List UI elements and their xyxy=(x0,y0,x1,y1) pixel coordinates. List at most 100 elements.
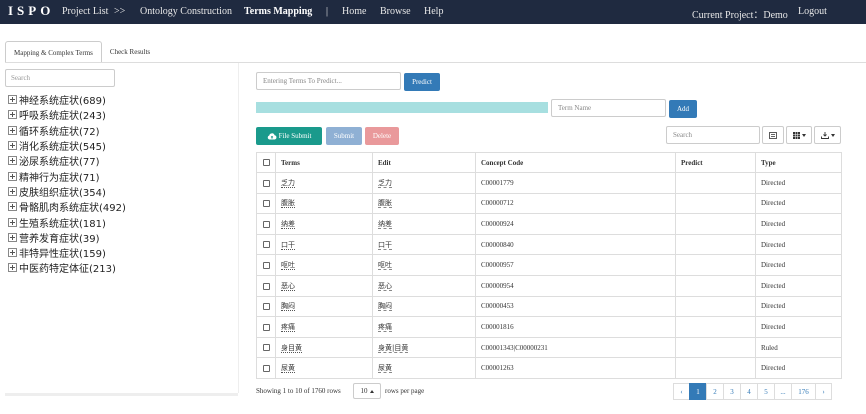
tree-node[interactable]: 泌尿系统症状(77) xyxy=(8,153,126,168)
tab-mapping-complex-terms[interactable]: Mapping & Complex Terms xyxy=(5,41,102,63)
horizontal-scrollbar[interactable] xyxy=(5,393,238,396)
tab-check-results[interactable]: Check Results xyxy=(102,41,158,63)
expand-icon[interactable] xyxy=(8,186,17,196)
editable-term[interactable]: 乏力 xyxy=(378,178,392,188)
page-button[interactable]: 176 xyxy=(791,383,816,400)
expand-icon[interactable] xyxy=(8,110,17,120)
nav-home[interactable]: Home xyxy=(342,6,366,17)
column-header-terms[interactable]: Terms xyxy=(275,152,373,173)
tree-node[interactable]: 循环系统症状(72) xyxy=(8,123,126,138)
page-button[interactable]: 1 xyxy=(689,383,707,400)
tree-node-label[interactable]: 营养发育症状(39) xyxy=(19,230,100,245)
file-submit-button[interactable]: File Submit xyxy=(256,127,322,145)
table-row[interactable]: 身目黄 身黄|目黄 C00001343|C00000231 Ruled xyxy=(256,336,842,359)
tree-node-label[interactable]: 皮肤组织症状(354) xyxy=(19,184,106,199)
row-checkbox[interactable] xyxy=(262,200,270,208)
select-all-checkbox[interactable] xyxy=(262,159,270,167)
editable-term[interactable]: 腹胀 xyxy=(378,199,392,209)
expand-icon[interactable] xyxy=(8,125,17,135)
table-search-input[interactable] xyxy=(666,126,760,144)
table-row[interactable]: 乏力 乏力 C00001779 Directed xyxy=(256,172,842,194)
predict-button[interactable]: Predict xyxy=(404,73,440,91)
term-link[interactable]: 尿黄 xyxy=(281,364,295,374)
export-button[interactable] xyxy=(814,126,841,144)
expand-icon[interactable] xyxy=(8,156,17,166)
row-checkbox[interactable] xyxy=(262,220,270,228)
term-link[interactable]: 乏力 xyxy=(281,178,295,188)
column-header-predict[interactable]: Predict xyxy=(675,152,756,173)
expand-icon[interactable] xyxy=(8,217,17,227)
table-row[interactable]: 胸闷 胸闷 C00000453 Directed xyxy=(256,295,842,318)
table-row[interactable]: 呕吐 呕吐 C00000957 Directed xyxy=(256,254,842,276)
editable-term[interactable]: 疼痛 xyxy=(378,322,392,332)
editable-term[interactable]: 口干 xyxy=(378,240,392,250)
row-checkbox[interactable] xyxy=(262,262,270,270)
editable-term[interactable]: 纳差 xyxy=(378,219,392,229)
tree-node[interactable]: 生殖系统症状(181) xyxy=(8,214,126,230)
page-button[interactable]: 3 xyxy=(723,383,741,400)
nav-logout[interactable]: Logout xyxy=(798,6,827,17)
delete-button[interactable]: Delete xyxy=(365,127,399,145)
tree-node-label[interactable]: 生殖系统症状(181) xyxy=(19,215,106,230)
term-link[interactable]: 胸闷 xyxy=(281,302,295,312)
editable-term[interactable]: 尿黄 xyxy=(378,364,392,374)
table-row[interactable]: 恶心 恶心 C00000954 Directed xyxy=(256,274,842,297)
table-row[interactable]: 疼痛 疼痛 C00001816 Directed xyxy=(256,316,842,338)
tree-node[interactable]: 呼吸系统症状(243) xyxy=(8,107,126,122)
term-link[interactable]: 口干 xyxy=(281,240,295,250)
expand-icon[interactable] xyxy=(8,232,17,242)
row-checkbox[interactable] xyxy=(262,365,270,373)
column-header-concept-code[interactable]: Concept Code xyxy=(475,152,676,173)
page-button[interactable]: 2 xyxy=(706,383,724,400)
nav-terms-mapping[interactable]: Terms Mapping xyxy=(244,6,312,17)
nav-project-list[interactable]: Project List xyxy=(62,6,108,17)
column-header-edit[interactable]: Edit xyxy=(372,152,476,173)
table-row[interactable]: 纳差 纳差 C00000924 Directed xyxy=(256,213,842,235)
editable-term[interactable]: 胸闷 xyxy=(378,302,392,312)
row-checkbox[interactable] xyxy=(262,344,270,352)
expand-icon[interactable] xyxy=(8,171,17,181)
tree-search-input[interactable] xyxy=(5,69,115,87)
tree-node-label[interactable]: 呼吸系统症状(243) xyxy=(19,107,106,122)
nav-help[interactable]: Help xyxy=(424,6,443,17)
editable-term[interactable]: 身黄|目黄 xyxy=(378,343,409,353)
submit-button[interactable]: Submit xyxy=(326,127,362,145)
tree-node[interactable]: 营养发育症状(39) xyxy=(8,230,126,245)
nav-ontology-construction[interactable]: Ontology Construction xyxy=(140,6,232,17)
tree-node[interactable]: 神经系统症状(689) xyxy=(8,92,126,107)
column-header-type[interactable]: Type xyxy=(755,152,842,173)
expand-icon[interactable] xyxy=(8,248,17,258)
term-name-input[interactable] xyxy=(551,99,666,117)
term-link[interactable]: 腹胀 xyxy=(281,199,295,209)
tree-node[interactable]: 皮肤组织症状(354) xyxy=(8,184,126,199)
editable-term[interactable]: 呕吐 xyxy=(378,261,392,271)
tree-node-label[interactable]: 精神行为症状(71) xyxy=(19,169,100,184)
tree-node-label[interactable]: 非特异性症状(159) xyxy=(19,245,106,260)
row-checkbox[interactable] xyxy=(262,323,270,331)
tree-node[interactable]: 骨骼肌肉系统症状(492) xyxy=(8,199,126,214)
table-row[interactable]: 腹胀 腹胀 C00000712 Directed xyxy=(256,192,842,215)
nav-browse[interactable]: Browse xyxy=(380,6,411,17)
add-button[interactable]: Add xyxy=(669,100,697,118)
row-checkbox[interactable] xyxy=(262,282,270,290)
table-row[interactable]: 尿黄 尿黄 C00001263 Directed xyxy=(256,357,842,379)
row-checkbox[interactable] xyxy=(262,303,270,311)
toggle-view-button[interactable] xyxy=(762,126,784,144)
tree-node-label[interactable]: 循环系统症状(72) xyxy=(19,123,100,138)
tree-node-label[interactable]: 骨骼肌肉系统症状(492) xyxy=(19,199,126,214)
tree-node-label[interactable]: 中医药特定体征(213) xyxy=(19,260,116,275)
expand-icon[interactable] xyxy=(8,141,17,151)
page-next-button[interactable]: › xyxy=(815,383,832,400)
editable-term[interactable]: 恶心 xyxy=(378,281,392,291)
page-button[interactable]: 5 xyxy=(757,383,775,400)
tree-node-label[interactable]: 泌尿系统症状(77) xyxy=(19,153,100,168)
predict-input[interactable] xyxy=(256,72,401,90)
page-prev-button[interactable]: ‹ xyxy=(673,383,690,400)
term-link[interactable]: 恶心 xyxy=(281,281,295,291)
tree-node[interactable]: 中医药特定体征(213) xyxy=(8,260,126,275)
term-link[interactable]: 纳差 xyxy=(281,219,295,229)
tree-node[interactable]: 消化系统症状(545) xyxy=(8,138,126,153)
page-button[interactable]: 4 xyxy=(740,383,758,400)
expand-icon[interactable] xyxy=(8,95,17,105)
brand-logo[interactable]: ISPO xyxy=(8,3,54,19)
